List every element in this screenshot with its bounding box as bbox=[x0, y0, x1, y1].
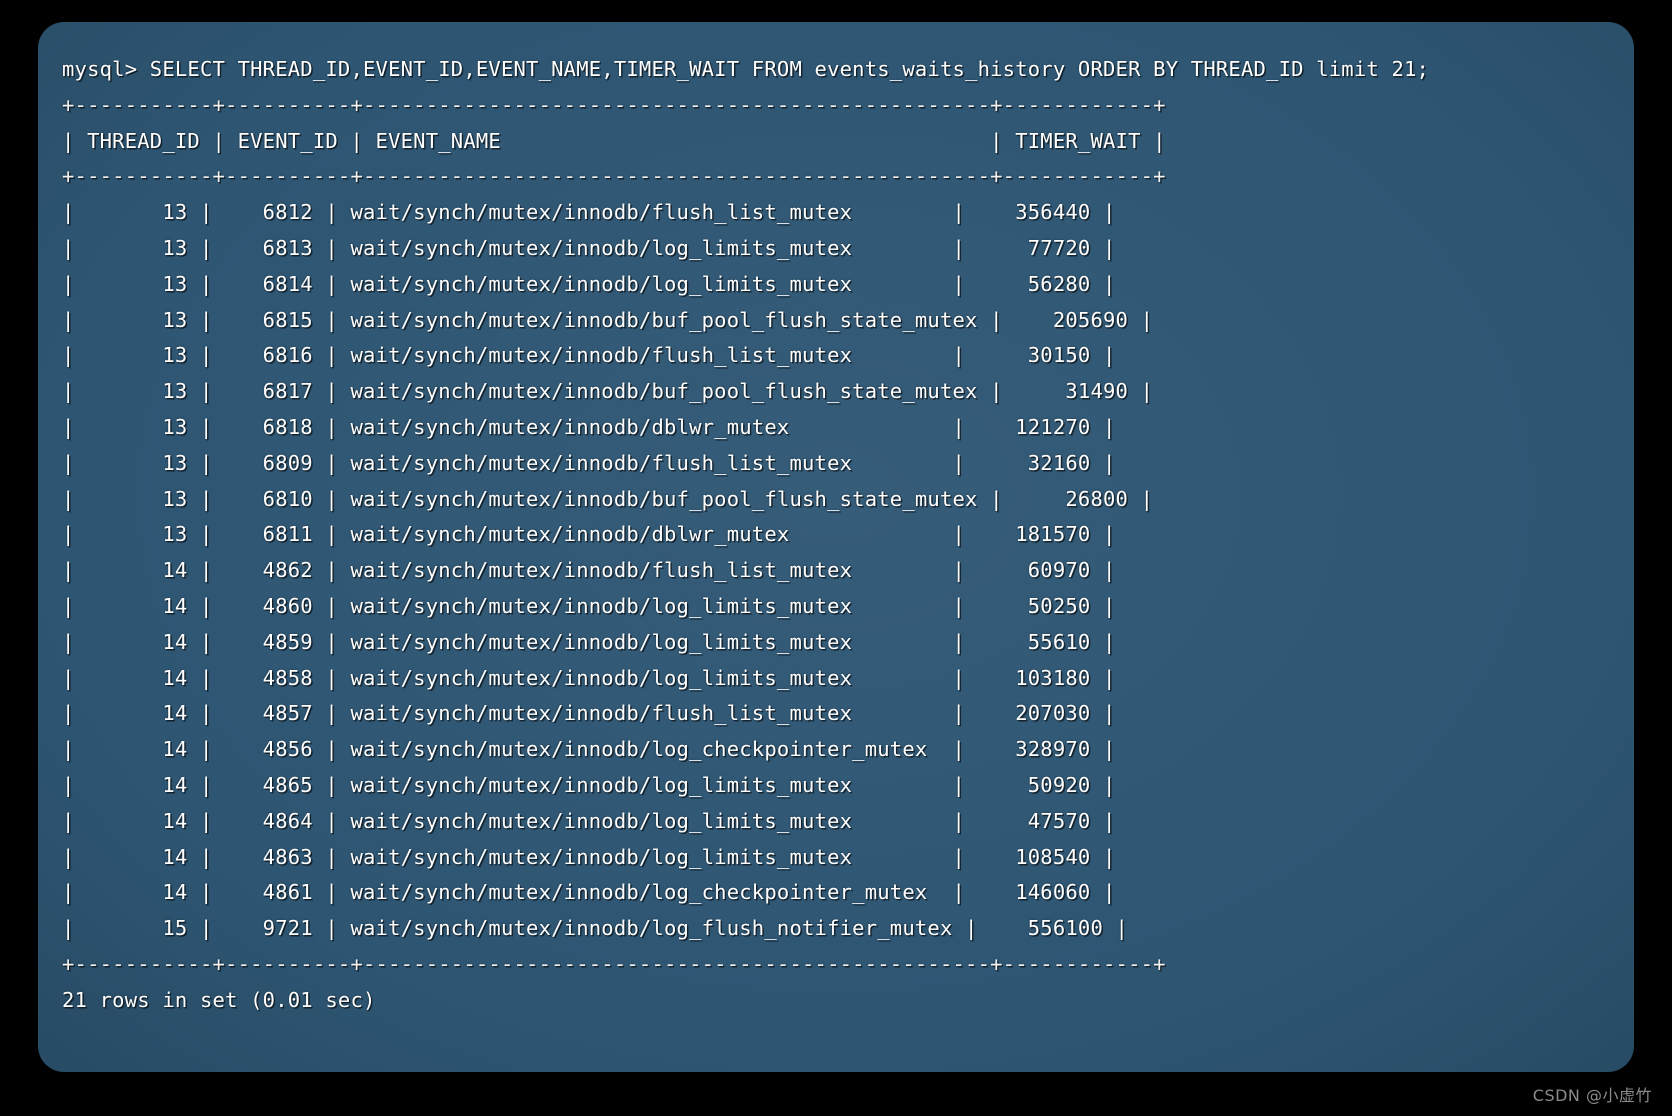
table-row: | 14 | 4860 | wait/synch/mutex/innodb/lo… bbox=[62, 593, 1116, 618]
csdn-watermark: CSDN @小虚竹 bbox=[1532, 1086, 1652, 1105]
table-row: | 13 | 6815 | wait/synch/mutex/innodb/bu… bbox=[62, 307, 1154, 332]
result-status-line: 21 rows in set (0.01 sec) bbox=[62, 987, 376, 1012]
table-row: | 14 | 4859 | wait/synch/mutex/innodb/lo… bbox=[62, 629, 1116, 654]
table-row: | 14 | 4862 | wait/synch/mutex/innodb/fl… bbox=[62, 558, 1116, 583]
table-header-border: +-----------+----------+----------------… bbox=[62, 164, 1166, 189]
screen-root: mysql> SELECT THREAD_ID,EVENT_ID,EVENT_N… bbox=[0, 0, 1672, 1116]
table-row: | 14 | 4857 | wait/synch/mutex/innodb/fl… bbox=[62, 701, 1116, 726]
table-row: | 14 | 4861 | wait/synch/mutex/innodb/lo… bbox=[62, 880, 1116, 905]
table-row: | 14 | 4858 | wait/synch/mutex/innodb/lo… bbox=[62, 665, 1116, 690]
table-row: | 13 | 6809 | wait/synch/mutex/innodb/fl… bbox=[62, 450, 1116, 475]
table-row: | 13 | 6818 | wait/synch/mutex/innodb/db… bbox=[62, 414, 1116, 439]
table-top-border: +-----------+----------+----------------… bbox=[62, 92, 1166, 117]
terminal-window[interactable]: mysql> SELECT THREAD_ID,EVENT_ID,EVENT_N… bbox=[38, 22, 1634, 1072]
table-row: | 13 | 6813 | wait/synch/mutex/innodb/lo… bbox=[62, 235, 1116, 260]
table-row: | 13 | 6810 | wait/synch/mutex/innodb/bu… bbox=[62, 486, 1154, 511]
command-prompt-line: mysql> SELECT THREAD_ID,EVENT_ID,EVENT_N… bbox=[62, 57, 1430, 81]
table-row: | 14 | 4856 | wait/synch/mutex/innodb/lo… bbox=[62, 737, 1116, 762]
table-row: | 13 | 6811 | wait/synch/mutex/innodb/db… bbox=[62, 522, 1116, 547]
table-header-row: | THREAD_ID | EVENT_ID | EVENT_NAME | TI… bbox=[62, 128, 1166, 153]
table-body: | 13 | 6812 | wait/synch/mutex/innodb/fl… bbox=[62, 195, 1634, 947]
table-bottom-border: +-----------+----------+----------------… bbox=[62, 951, 1166, 976]
table-row: | 13 | 6812 | wait/synch/mutex/innodb/fl… bbox=[62, 200, 1116, 225]
table-row: | 14 | 4863 | wait/synch/mutex/innodb/lo… bbox=[62, 844, 1116, 869]
table-row: | 13 | 6817 | wait/synch/mutex/innodb/bu… bbox=[62, 379, 1154, 404]
table-row: | 13 | 6814 | wait/synch/mutex/innodb/lo… bbox=[62, 271, 1116, 296]
table-row: | 15 | 9721 | wait/synch/mutex/innodb/lo… bbox=[62, 916, 1129, 941]
terminal-console-output[interactable]: mysql> SELECT THREAD_ID,EVENT_ID,EVENT_N… bbox=[38, 22, 1634, 1072]
table-row: | 13 | 6816 | wait/synch/mutex/innodb/fl… bbox=[62, 343, 1116, 368]
table-row: | 14 | 4865 | wait/synch/mutex/innodb/lo… bbox=[62, 772, 1116, 797]
table-row: | 14 | 4864 | wait/synch/mutex/innodb/lo… bbox=[62, 808, 1116, 833]
